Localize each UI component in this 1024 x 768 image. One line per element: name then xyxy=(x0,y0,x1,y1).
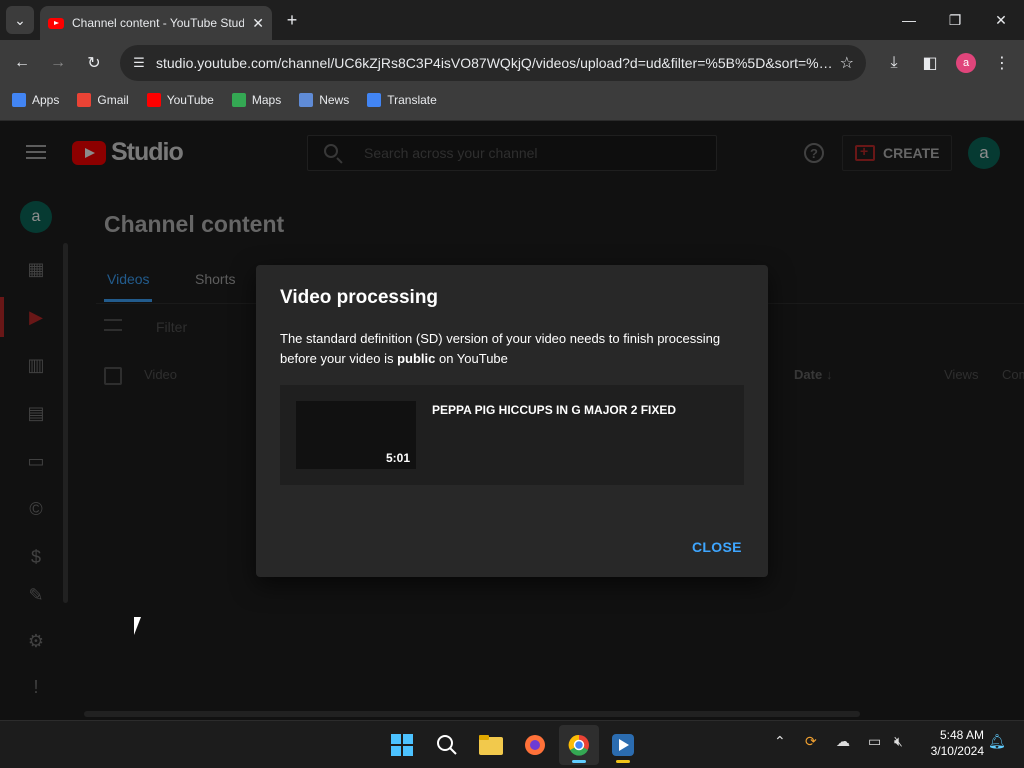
bookmark-label: Apps xyxy=(32,93,60,107)
close-button[interactable]: CLOSE xyxy=(692,539,742,555)
message-bold: public xyxy=(397,351,436,366)
maps-icon xyxy=(231,93,246,107)
bookmark-gmail[interactable]: Gmail xyxy=(77,93,129,107)
forward-icon[interactable]: → xyxy=(43,48,73,78)
youtube-favicon-icon xyxy=(48,17,64,29)
browser-tab-active[interactable]: Channel content - YouTube Studio ✕ xyxy=(40,6,272,40)
video-card: 5:01 PEPPA PIG HICCUPS IN G MAJOR 2 FIXE… xyxy=(280,385,744,485)
clock-date: 3/10/2024 xyxy=(930,744,984,758)
bookmark-youtube[interactable]: YouTube xyxy=(146,93,214,107)
search-icon xyxy=(437,735,457,755)
toolbar-divider xyxy=(0,114,1024,121)
browser-tab-strip: ⌄ Channel content - YouTube Studio ✕ + —… xyxy=(0,0,1024,40)
bookmark-label: Maps xyxy=(251,93,282,107)
running-app-indicator xyxy=(616,760,630,763)
tab-search-button[interactable]: ⌄ xyxy=(6,6,34,34)
sync-icon[interactable]: ⟳ xyxy=(805,733,817,750)
back-icon[interactable]: ← xyxy=(7,48,37,78)
minimize-button[interactable]: — xyxy=(886,0,932,40)
bookmark-translate[interactable]: Translate xyxy=(367,93,437,107)
bookmark-label: Gmail xyxy=(97,93,129,107)
dialog-message: The standard definition (SD) version of … xyxy=(280,329,740,369)
bookmark-apps[interactable]: Apps xyxy=(12,93,59,107)
profile-avatar[interactable]: a xyxy=(956,53,976,73)
bookmark-label: News xyxy=(319,93,350,107)
video-processing-dialog: Video processing The standard definition… xyxy=(256,265,768,577)
message-tail: on YouTube xyxy=(435,351,508,366)
mouse-cursor-icon xyxy=(134,617,141,635)
reload-icon[interactable]: ↻ xyxy=(79,48,109,78)
bookmark-maps[interactable]: Maps xyxy=(231,93,282,107)
news-icon xyxy=(299,93,314,107)
clock-time: 5:48 AM xyxy=(939,728,984,742)
apps-grid-icon xyxy=(12,93,26,107)
firefox-icon xyxy=(525,735,545,755)
folder-icon xyxy=(479,735,503,755)
url-text[interactable]: studio.youtube.com/channel/UC6kZjRs8C3P4… xyxy=(156,55,840,71)
network-icon[interactable]: ▭ xyxy=(868,733,881,750)
close-tab-icon[interactable]: ✕ xyxy=(252,15,264,32)
show-hidden-icons-chevron-icon[interactable]: ⌃ xyxy=(774,733,786,750)
windows-logo-icon xyxy=(391,734,413,756)
file-explorer-button[interactable] xyxy=(471,725,511,765)
start-button[interactable] xyxy=(382,725,422,765)
menu-kebab-icon[interactable]: ⋮ xyxy=(987,48,1017,78)
system-clock[interactable]: 5:48 AM 3/10/2024 xyxy=(924,727,984,759)
video-thumbnail[interactable]: 5:01 xyxy=(296,401,416,469)
dialog-title: Video processing xyxy=(280,287,439,308)
youtube-icon xyxy=(146,93,161,107)
restore-button[interactable]: ❐ xyxy=(932,0,978,40)
video-duration: 5:01 xyxy=(385,451,410,465)
windows-taskbar: ⌃ ⟳ ☁ ▭ 🔇︎ 5:48 AM 3/10/2024 🔔︎ xyxy=(0,720,1024,768)
bookmarks-bar: Apps Gmail YouTube Maps News Translate xyxy=(0,86,1024,114)
onedrive-icon[interactable]: ☁ xyxy=(836,733,850,750)
gmail-icon xyxy=(77,93,92,107)
bookmark-label: Translate xyxy=(387,93,437,107)
media-player-button[interactable] xyxy=(603,725,643,765)
firefox-button[interactable] xyxy=(515,725,555,765)
side-panel-icon[interactable]: ◧ xyxy=(915,48,945,78)
download-icon[interactable]: ⤓ xyxy=(879,48,909,78)
browser-tab-title: Channel content - YouTube Studio xyxy=(72,16,245,30)
video-title[interactable]: PEPPA PIG HICCUPS IN G MAJOR 2 FIXED xyxy=(432,403,676,417)
bookmark-label: YouTube xyxy=(166,93,214,107)
media-player-icon xyxy=(612,734,634,756)
new-tab-button[interactable]: + xyxy=(278,6,306,34)
bookmark-star-icon[interactable]: ☆ xyxy=(840,53,854,73)
window-close-button[interactable]: ✕ xyxy=(978,0,1024,40)
translate-icon xyxy=(367,93,382,107)
chrome-button[interactable] xyxy=(559,725,599,765)
bookmark-news[interactable]: News xyxy=(299,93,349,107)
notifications-bell-icon[interactable]: 🔔︎ xyxy=(988,733,1006,750)
volume-muted-icon[interactable]: 🔇︎ xyxy=(894,733,903,750)
chrome-icon xyxy=(568,734,589,756)
site-info-icon[interactable]: ☰ xyxy=(128,52,150,74)
address-bar[interactable]: ☰ studio.youtube.com/channel/UC6kZjRs8C3… xyxy=(120,45,866,81)
active-app-indicator xyxy=(572,760,586,763)
browser-toolbar: ← → ↻ ☰ studio.youtube.com/channel/UC6kZ… xyxy=(0,40,1024,86)
search-taskbar-button[interactable] xyxy=(427,725,467,765)
